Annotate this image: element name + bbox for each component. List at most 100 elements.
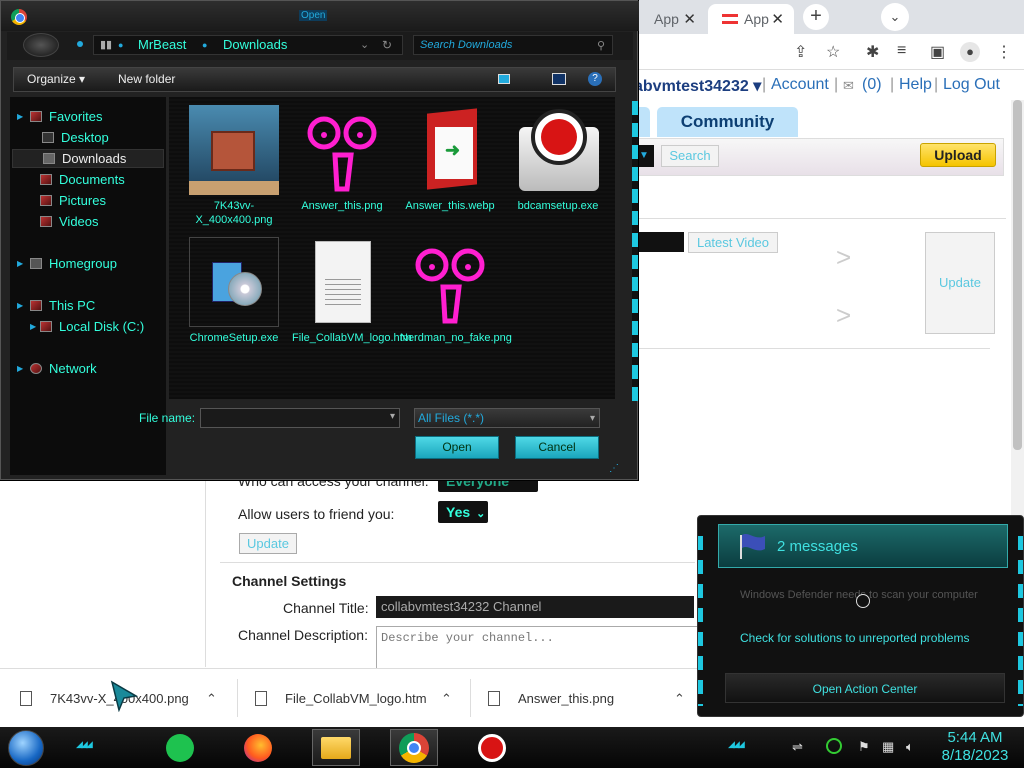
resize-grip-icon[interactable]: ⋰ — [609, 463, 619, 474]
nav-this-pc[interactable]: This PC — [30, 296, 95, 315]
new-tab-button[interactable]: + — [803, 4, 829, 30]
messages-header[interactable]: 2 messages — [718, 524, 1008, 568]
tab-search-button[interactable]: ⌄ — [881, 3, 909, 31]
nav-homegroup[interactable]: Homegroup — [30, 254, 117, 273]
expand-icon[interactable]: ▶ — [17, 364, 23, 373]
dialog-title-bar[interactable]: Open — [1, 1, 639, 31]
expand-icon[interactable]: ▶ — [17, 259, 23, 268]
system-clock[interactable]: 5:44 AM 8/18/2023 — [930, 729, 1020, 765]
logout-link[interactable]: Log Out — [943, 76, 1000, 94]
file-item[interactable]: Nerdman_no_fake.png — [400, 237, 512, 345]
tray-app-icon[interactable] — [826, 738, 842, 754]
forward-dot-icon[interactable] — [77, 41, 83, 47]
messages-count-link[interactable]: (0) — [862, 76, 882, 94]
search-downloads-input[interactable]: Search Downloads — [413, 35, 613, 55]
folder-icon — [321, 736, 351, 759]
next-arrow-icon[interactable]: > — [836, 242, 851, 273]
chevron-up-icon[interactable]: ⌃ — [441, 691, 452, 707]
chevron-up-icon[interactable]: ⌃ — [674, 691, 685, 707]
start-button[interactable] — [8, 730, 44, 766]
update-panel-button[interactable]: Update — [925, 232, 995, 334]
account-link[interactable]: Account — [771, 76, 829, 94]
taskbar-firefox[interactable] — [234, 729, 282, 766]
open-action-center-label: Open Action Center — [812, 682, 918, 696]
file-item[interactable]: File_CollabVM_logo.htm — [292, 237, 412, 345]
cancel-button[interactable]: Cancel — [515, 436, 599, 459]
username-menu[interactable]: abvmtest34232 ▾ — [634, 76, 761, 96]
file-type-dropdown[interactable]: All Files (*.*) — [414, 408, 600, 428]
solutions-message-link[interactable]: Check for solutions to unreported proble… — [740, 631, 969, 645]
scrollbar-thumb[interactable] — [1013, 100, 1022, 450]
back-button[interactable] — [23, 33, 59, 57]
nav-favorites[interactable]: Favorites — [30, 107, 102, 126]
bookmark-star-icon[interactable]: ☆ — [826, 42, 840, 62]
organize-button[interactable]: Organize ▾ — [27, 72, 85, 86]
nav-tab-community[interactable]: Community — [657, 107, 798, 137]
mail-icon[interactable]: ✉ — [843, 78, 854, 94]
latest-video-button[interactable]: Latest Video — [688, 232, 778, 253]
upload-button[interactable]: Upload — [920, 143, 996, 167]
update-settings-button[interactable]: Update — [239, 533, 297, 554]
file-item[interactable]: Answer_this.png — [292, 105, 392, 213]
nav-pictures[interactable]: Pictures — [40, 191, 106, 210]
file-item[interactable]: bdcamsetup.exe — [508, 105, 608, 213]
breadcrumb-mrbeast[interactable]: MrBeast — [138, 36, 186, 54]
friend-value: Yes — [446, 504, 471, 520]
action-center-flag-icon[interactable]: ⚑ — [858, 739, 870, 755]
help-icon[interactable]: ? — [588, 72, 602, 86]
file-item[interactable]: ➜ Answer_this.webp — [400, 105, 500, 213]
profile-avatar-icon[interactable]: ● — [960, 42, 980, 62]
help-link[interactable]: Help — [899, 76, 932, 94]
browser-tab-2[interactable]: App ✕ — [708, 4, 794, 34]
site-favicon-icon — [722, 14, 738, 24]
preview-pane-icon[interactable] — [552, 73, 566, 85]
channel-title-input[interactable]: collabvmtest34232 Channel — [376, 596, 694, 618]
video-input[interactable] — [636, 232, 684, 252]
close-tab-icon[interactable]: ✕ — [771, 10, 784, 28]
nav-downloads[interactable]: Downloads — [12, 149, 164, 168]
file-name: Answer_this.png — [301, 200, 383, 212]
chevron-up-icon[interactable]: ⌃ — [206, 691, 217, 707]
new-folder-button[interactable]: New folder — [118, 72, 175, 86]
download-item[interactable]: Answer_this.png ⌃ — [488, 669, 694, 728]
next-arrow-icon[interactable]: > — [836, 300, 851, 331]
chevron-down-icon[interactable]: ⌄ — [360, 36, 369, 54]
nav-videos[interactable]: Videos — [40, 212, 99, 231]
address-bar[interactable]: ▮▮ ● MrBeast ● Downloads ⌄ ↻ — [93, 35, 403, 55]
file-item[interactable]: ChromeSetup.exe — [184, 237, 284, 345]
search-button[interactable]: Search — [661, 145, 719, 167]
refresh-icon[interactable]: ↻ — [382, 36, 392, 54]
download-item[interactable]: File_CollabVM_logo.htm ⌃ — [255, 669, 461, 728]
nav-desktop[interactable]: Desktop — [42, 128, 109, 147]
taskbar-file-explorer[interactable] — [312, 729, 360, 766]
close-tab-icon[interactable]: ✕ — [683, 10, 696, 28]
friend-dropdown[interactable]: Yes ⌄ — [438, 501, 488, 523]
side-panel-icon[interactable]: ▣ — [930, 42, 945, 62]
divider — [237, 679, 238, 717]
expand-icon[interactable]: ▶ — [30, 322, 36, 331]
taskbar-bandicam[interactable] — [468, 729, 516, 766]
taskbar-chrome[interactable] — [390, 729, 438, 766]
browser-menu-icon[interactable]: ⋮ — [996, 42, 1012, 62]
volume-icon[interactable]: 🔈︎ — [906, 739, 914, 755]
expand-icon[interactable]: ▶ — [17, 301, 23, 310]
open-button[interactable]: Open — [415, 436, 499, 459]
network-icon[interactable]: ▦ — [882, 739, 894, 755]
extensions-icon[interactable]: ✱ — [866, 42, 879, 62]
channel-description-textarea[interactable]: Describe your channel... — [376, 626, 706, 670]
search-icon[interactable]: ⚲ — [597, 39, 605, 52]
media-control-icon[interactable]: ≡ — [897, 42, 906, 60]
expand-icon[interactable]: ▶ — [17, 112, 23, 121]
view-options-icon[interactable] — [498, 74, 510, 84]
nav-local-disk[interactable]: Local Disk (C:) — [40, 317, 144, 336]
nav-network[interactable]: Network — [30, 359, 97, 378]
open-action-center-button[interactable]: Open Action Center — [725, 673, 1005, 703]
share-icon[interactable]: ⇪ — [794, 42, 807, 62]
file-item[interactable]: 7K43vv-X_400x400.png — [184, 105, 284, 227]
show-hidden-icons[interactable]: ⇌ — [792, 739, 803, 755]
breadcrumb-downloads[interactable]: Downloads — [223, 36, 287, 54]
file-name-input[interactable] — [200, 408, 400, 428]
taskbar-notes-app[interactable] — [156, 729, 204, 766]
browser-tab-1[interactable]: App ✕ — [640, 4, 706, 34]
nav-documents[interactable]: Documents — [40, 170, 125, 189]
